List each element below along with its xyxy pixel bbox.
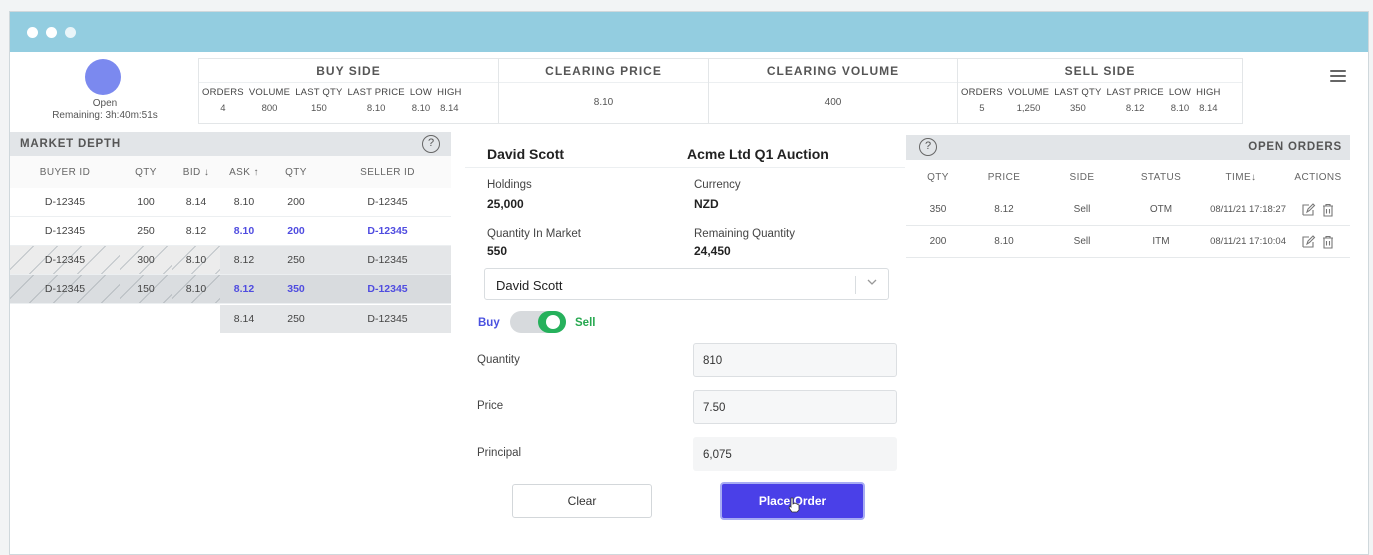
open-orders-panel: ? OPEN ORDERS QTY PRICE SIDE STATUS TIME… (906, 135, 1350, 258)
col-seller-id[interactable]: SELLER ID (324, 167, 451, 178)
market-depth-row[interactable]: D-12345 150 8.10 8.12 350 D-12345 (10, 275, 451, 304)
auction-status-state: Open (92, 98, 118, 109)
open-order-row[interactable]: 200 8.10 Sell ITM 08/11/21 17:10:04 (906, 226, 1350, 258)
edit-icon[interactable] (1300, 202, 1316, 218)
quantity-in-market-label: Quantity In Market (487, 228, 581, 240)
quantity-in-market-block: Quantity In Market 550 (487, 228, 581, 258)
clearing-price-value: 8.10 (593, 97, 614, 108)
col-order-price[interactable]: PRICE (970, 172, 1038, 183)
sell-stat-volume: VOLUME 1,250 (1007, 87, 1050, 114)
sell-stat-last-price: LAST PRICE 8.12 (1106, 87, 1164, 114)
buy-stat-orders: ORDERS 4 (202, 87, 244, 114)
title-bar (10, 12, 1368, 52)
currency-block: Currency NZD (694, 179, 741, 211)
sell-stat-orders: ORDERS 5 (961, 87, 1003, 114)
col-order-qty[interactable]: QTY (906, 172, 970, 183)
clearing-volume-title: CLEARING VOLUME (709, 59, 957, 83)
price-input[interactable]: 7.50 (693, 390, 897, 424)
buy-stat-last-price: LAST PRICE 8.10 (347, 87, 405, 114)
clearing-volume-summary: CLEARING VOLUME 400 (709, 59, 958, 123)
auction-status-indicator (85, 59, 121, 95)
account-select-value: David Scott (496, 278, 563, 293)
clearing-volume-value: 400 (824, 97, 842, 108)
quantity-input[interactable]: 810 (693, 343, 897, 377)
sell-side-summary: SELL SIDE ORDERS 5 VOLUME 1,250 LAST QTY 35… (958, 59, 1242, 123)
order-entry-panel: David Scott Acme Ltd Q1 Auction Holdings… (465, 140, 905, 520)
buy-stat-low: LOW 8.10 (409, 87, 433, 114)
market-depth-row[interactable]: D-12345 100 8.14 8.10 200 D-12345 (10, 188, 451, 217)
price-label: Price (477, 400, 504, 412)
buy-stat-high: HIGH 8.14 (437, 87, 462, 114)
window-minimize-dot[interactable] (46, 27, 57, 38)
toggle-buy-label[interactable]: Buy (478, 317, 500, 329)
buy-stat-volume: VOLUME 800 (248, 87, 291, 114)
open-orders-header: ? OPEN ORDERS (906, 135, 1350, 160)
auction-status: Open Remaining: 3h:40m:51s (20, 98, 190, 122)
remaining-quantity-value: 24,450 (694, 244, 731, 258)
market-depth-panel: MARKET DEPTH ? BUYER ID QTY BID ↓ ASK ↑ … (10, 132, 451, 333)
trader-name: David Scott (487, 145, 565, 162)
col-order-actions: ACTIONS (1294, 171, 1342, 183)
sell-side-stats: ORDERS 5 VOLUME 1,250 LAST QTY 350 LAST PRI… (958, 87, 1242, 114)
sell-stat-high: HIGH 8.14 (1196, 87, 1221, 114)
window-close-dot[interactable] (27, 27, 38, 38)
toggle-knob (546, 315, 560, 329)
open-orders-title: OPEN ORDERS (1248, 141, 1342, 153)
holdings-label: Holdings (487, 179, 532, 191)
market-depth-column-headers: BUYER ID QTY BID ↓ ASK ↑ QTY SELLER ID (10, 156, 451, 188)
quantity-in-market-value: 550 (487, 244, 508, 258)
col-order-time[interactable]: TIME↓ (1196, 172, 1286, 183)
sell-stat-low: LOW 8.10 (1168, 87, 1192, 114)
open-orders-column-headers: QTY PRICE SIDE STATUS TIME↓ ACTIONS (906, 160, 1350, 194)
buy-side-stats: ORDERS 4 VOLUME 800 LAST QTY 150 LAST PRICE… (199, 87, 498, 114)
chevron-down-icon[interactable] (866, 276, 878, 291)
edit-icon[interactable] (1300, 234, 1316, 250)
remaining-quantity-label: Remaining Quantity (694, 228, 795, 240)
auction-remaining-time: Remaining: 3h:40m:51s (52, 110, 158, 121)
sell-stat-last-qty: LAST QTY 350 (1054, 87, 1102, 114)
order-entry-header: David Scott Acme Ltd Q1 Auction (465, 140, 905, 168)
market-depth-title: MARKET DEPTH (20, 138, 121, 150)
open-order-row[interactable]: 350 8.12 Sell OTM 08/11/21 17:18:27 (906, 194, 1350, 226)
currency-value: NZD (694, 197, 719, 211)
quantity-label: Quantity (477, 354, 520, 366)
col-buyer-id[interactable]: BUYER ID (10, 167, 120, 178)
clearing-price-summary: CLEARING PRICE 8.10 (499, 59, 709, 123)
col-sell-qty[interactable]: QTY (268, 167, 324, 178)
sell-side-title: SELL SIDE (958, 59, 1242, 83)
market-depth-row[interactable]: D-12345 300 8.10 8.12 250 D-12345 (10, 246, 451, 275)
currency-label: Currency (694, 179, 741, 191)
market-depth-row[interactable]: D-12345 250 8.12 8.10 200 D-12345 (10, 217, 451, 246)
open-orders-help-icon[interactable]: ? (919, 138, 937, 156)
clearing-price-title: CLEARING PRICE (499, 59, 708, 83)
auction-name: Acme Ltd Q1 Auction (687, 145, 829, 162)
col-buy-qty[interactable]: QTY (120, 167, 172, 178)
delete-icon[interactable] (1320, 202, 1336, 218)
window-maximize-dot[interactable] (65, 27, 76, 38)
col-order-status[interactable]: STATUS (1126, 172, 1196, 183)
buy-stat-last-qty: LAST QTY 150 (295, 87, 343, 114)
holdings-block: Holdings 25,000 (487, 179, 532, 211)
principal-value: 6,075 (693, 437, 897, 471)
auction-summary: BUY SIDE ORDERS 4 VOLUME 800 LAST QTY 150 L… (198, 58, 1243, 124)
market-depth-header: MARKET DEPTH ? (10, 132, 451, 156)
col-bid[interactable]: BID ↓ (172, 167, 220, 178)
market-depth-help-icon[interactable]: ? (422, 135, 440, 153)
buy-side-title: BUY SIDE (199, 59, 498, 83)
hand-cursor-icon (788, 497, 800, 513)
hamburger-menu-icon[interactable] (1330, 70, 1346, 84)
buy-side-summary: BUY SIDE ORDERS 4 VOLUME 800 LAST QTY 150 L… (199, 59, 499, 123)
col-order-side[interactable]: SIDE (1038, 172, 1126, 183)
col-ask[interactable]: ASK ↑ (220, 167, 268, 178)
clear-button[interactable]: Clear (512, 484, 652, 518)
remaining-quantity-block: Remaining Quantity 24,450 (694, 228, 795, 258)
buy-sell-toggle[interactable] (510, 311, 566, 333)
market-depth-row[interactable]: 8.14 250 D-12345 (10, 304, 451, 333)
holdings-value: 25,000 (487, 197, 524, 211)
account-select[interactable]: David Scott (484, 268, 889, 300)
delete-icon[interactable] (1320, 234, 1336, 250)
principal-label: Principal (477, 447, 522, 459)
toggle-sell-label[interactable]: Sell (575, 317, 595, 329)
